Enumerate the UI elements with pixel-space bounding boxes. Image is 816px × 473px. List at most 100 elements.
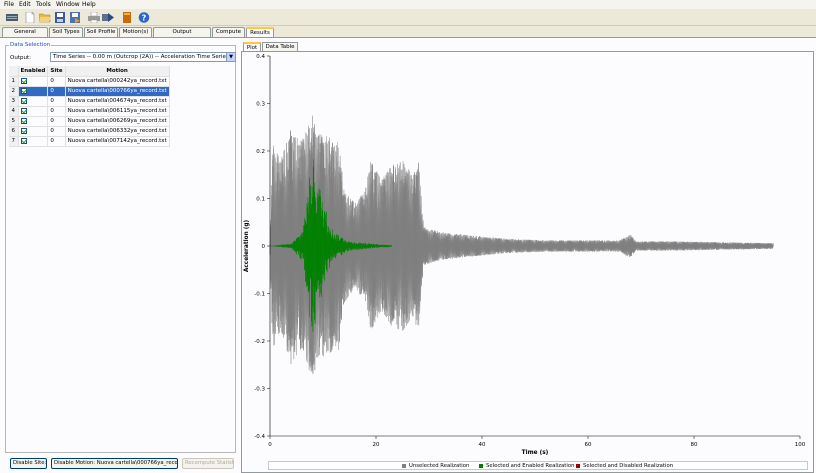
y-tick-label: -0.1 [254,292,265,298]
enabled-cell[interactable] [18,76,49,87]
table-row[interactable]: 2 0 Nuova cartella\000766ya_record.txt [9,86,170,97]
acceleration-time-series-chart: 0.40.30.20.10-0.1-0.2-0.3-0.40 20 40 60 80 10… [244,54,806,456]
enabled-checkbox[interactable] [20,137,27,144]
y-tick-label: -0.3 [254,387,265,393]
new-file-icon[interactable] [24,12,36,23]
table-header-row: Enabled Site Motion [9,66,170,77]
y-tick-label: 0.2 [256,149,265,155]
open-folder-icon[interactable] [39,12,51,23]
y-tick-label: -0.4 [254,434,265,440]
column-header-motion[interactable]: Motion [65,66,170,77]
site-cell: 0 [47,106,66,117]
svg-text:?: ? [142,13,147,22]
motion-cell: Nuova cartella\006269ya_record.txt [65,116,170,127]
enabled-cell[interactable] [18,116,49,127]
menu-edit[interactable]: Edit [19,1,31,8]
x-tick-label: 60 [585,442,592,448]
y-tick-label: -0.2 [254,339,265,345]
legend-label-selected-disabled: Selected and Disabled Realization [583,463,674,469]
tab-soil-profile[interactable]: Soil Profile [84,27,118,37]
x-tick-label: 20 [373,442,380,448]
table-row[interactable]: 1 0 Nuova cartella\000242ya_record.txt [9,76,170,87]
output-label: Output: [10,55,31,61]
x-tick-label: 80 [691,442,698,448]
row-number: 2 [9,86,19,97]
table-row[interactable]: 4 0 Nuova cartella\006115ya_record.txt [9,106,170,117]
menu-help[interactable]: Help [82,1,96,8]
legend-selected-enabled: Selected and Enabled Realization [479,463,574,469]
site-cell: 0 [47,86,66,97]
toolbar: ? [0,9,816,26]
enabled-cell[interactable] [18,86,49,97]
disable-site-button[interactable]: Disable Site: 0 [10,458,47,469]
tab-output-specification[interactable]: Output Specification [153,27,211,43]
menu-window[interactable]: Window [56,1,80,8]
save-icon[interactable] [54,12,66,23]
motion-cell: Nuova cartella\004674ya_record.txt [65,96,170,107]
enabled-checkbox[interactable] [20,77,27,84]
save-as-icon[interactable] [69,12,81,23]
enabled-checkbox[interactable] [20,87,27,94]
table-row[interactable]: 6 0 Nuova cartella\006332ya_record.txt [9,126,170,137]
site-cell: 0 [47,116,66,127]
site-cell: 0 [47,96,66,107]
recompute-statistics-button[interactable]: Recompute Statistics [182,458,234,469]
x-axis-label: Time (s) [522,450,549,456]
row-number: 7 [9,136,19,147]
tab-compute[interactable]: Compute [212,27,245,37]
row-number: 3 [9,96,19,107]
enabled-cell[interactable] [18,106,49,117]
motion-cell: Nuova cartella\000242ya_record.txt [65,76,170,87]
site-cell: 0 [47,126,66,137]
chevron-down-icon[interactable]: ▼ [226,53,235,61]
table-row[interactable]: 3 0 Nuova cartella\004674ya_record.txt [9,96,170,107]
help-icon[interactable]: ? [138,12,150,23]
book-icon[interactable] [121,12,133,23]
row-number: 1 [9,76,19,87]
series-line-0 [269,132,774,373]
row-number: 4 [9,106,19,117]
motion-cell: Nuova cartella\006332ya_record.txt [65,126,170,137]
disable-motion-button[interactable]: Disable Motion: Nuova cartella\000766ya_… [51,458,178,469]
legend-swatch-selected-disabled [576,463,580,468]
x-tick-label: 100 [795,442,806,448]
row-number: 6 [9,126,19,137]
enabled-cell[interactable] [18,96,49,107]
tab-soil-types[interactable]: Soil Types [49,27,83,37]
table-row[interactable]: 5 0 Nuova cartella\006269ya_record.txt [9,116,170,127]
output-select[interactable]: Time Series -- 0.00 m (Outcrop (2A)) -- … [50,52,236,62]
app-icon[interactable] [6,12,18,23]
enabled-checkbox[interactable] [20,107,27,114]
main-tabs: General Settings Soil Types Soil Profile… [0,27,816,43]
menu-bar: File Edit Tools Window Help [0,0,816,9]
table-row[interactable]: 7 0 Nuova cartella\007142ya_record.txt [9,136,170,147]
data-selection-title: Data Selection [9,42,52,48]
row-number: 5 [9,116,19,127]
enabled-checkbox[interactable] [20,127,27,134]
column-header-enabled[interactable]: Enabled [18,66,49,77]
enabled-cell[interactable] [18,136,49,147]
legend-label-selected-enabled: Selected and Enabled Realization [486,463,575,469]
y-tick-label: 0.4 [256,54,265,60]
run-icon[interactable] [102,12,114,23]
enabled-cell[interactable] [18,126,49,137]
row-number-header [9,66,19,77]
menu-file[interactable]: File [4,1,14,8]
column-header-site[interactable]: Site [47,66,66,77]
tab-general-settings[interactable]: General Settings [2,27,48,43]
legend-swatch-unselected [402,463,406,468]
site-cell: 0 [47,76,66,87]
legend-selected-disabled: Selected and Disabled Realization [576,463,673,469]
y-tick-label: 0 [262,244,266,250]
legend-label-unselected: Unselected Realization [409,463,470,469]
enabled-checkbox[interactable] [20,117,27,124]
y-tick-label: 0.1 [256,197,265,203]
motion-cell: Nuova cartella\000766ya_record.txt [65,86,170,97]
print-icon[interactable] [88,12,100,23]
motion-cell: Nuova cartella\007142ya_record.txt [65,136,170,147]
menu-tools[interactable]: Tools [36,1,51,8]
tab-motions[interactable]: Motion(s) [119,27,152,37]
x-tick-label: 40 [479,442,486,448]
y-tick-label: 0.3 [256,102,265,108]
enabled-checkbox[interactable] [20,97,27,104]
